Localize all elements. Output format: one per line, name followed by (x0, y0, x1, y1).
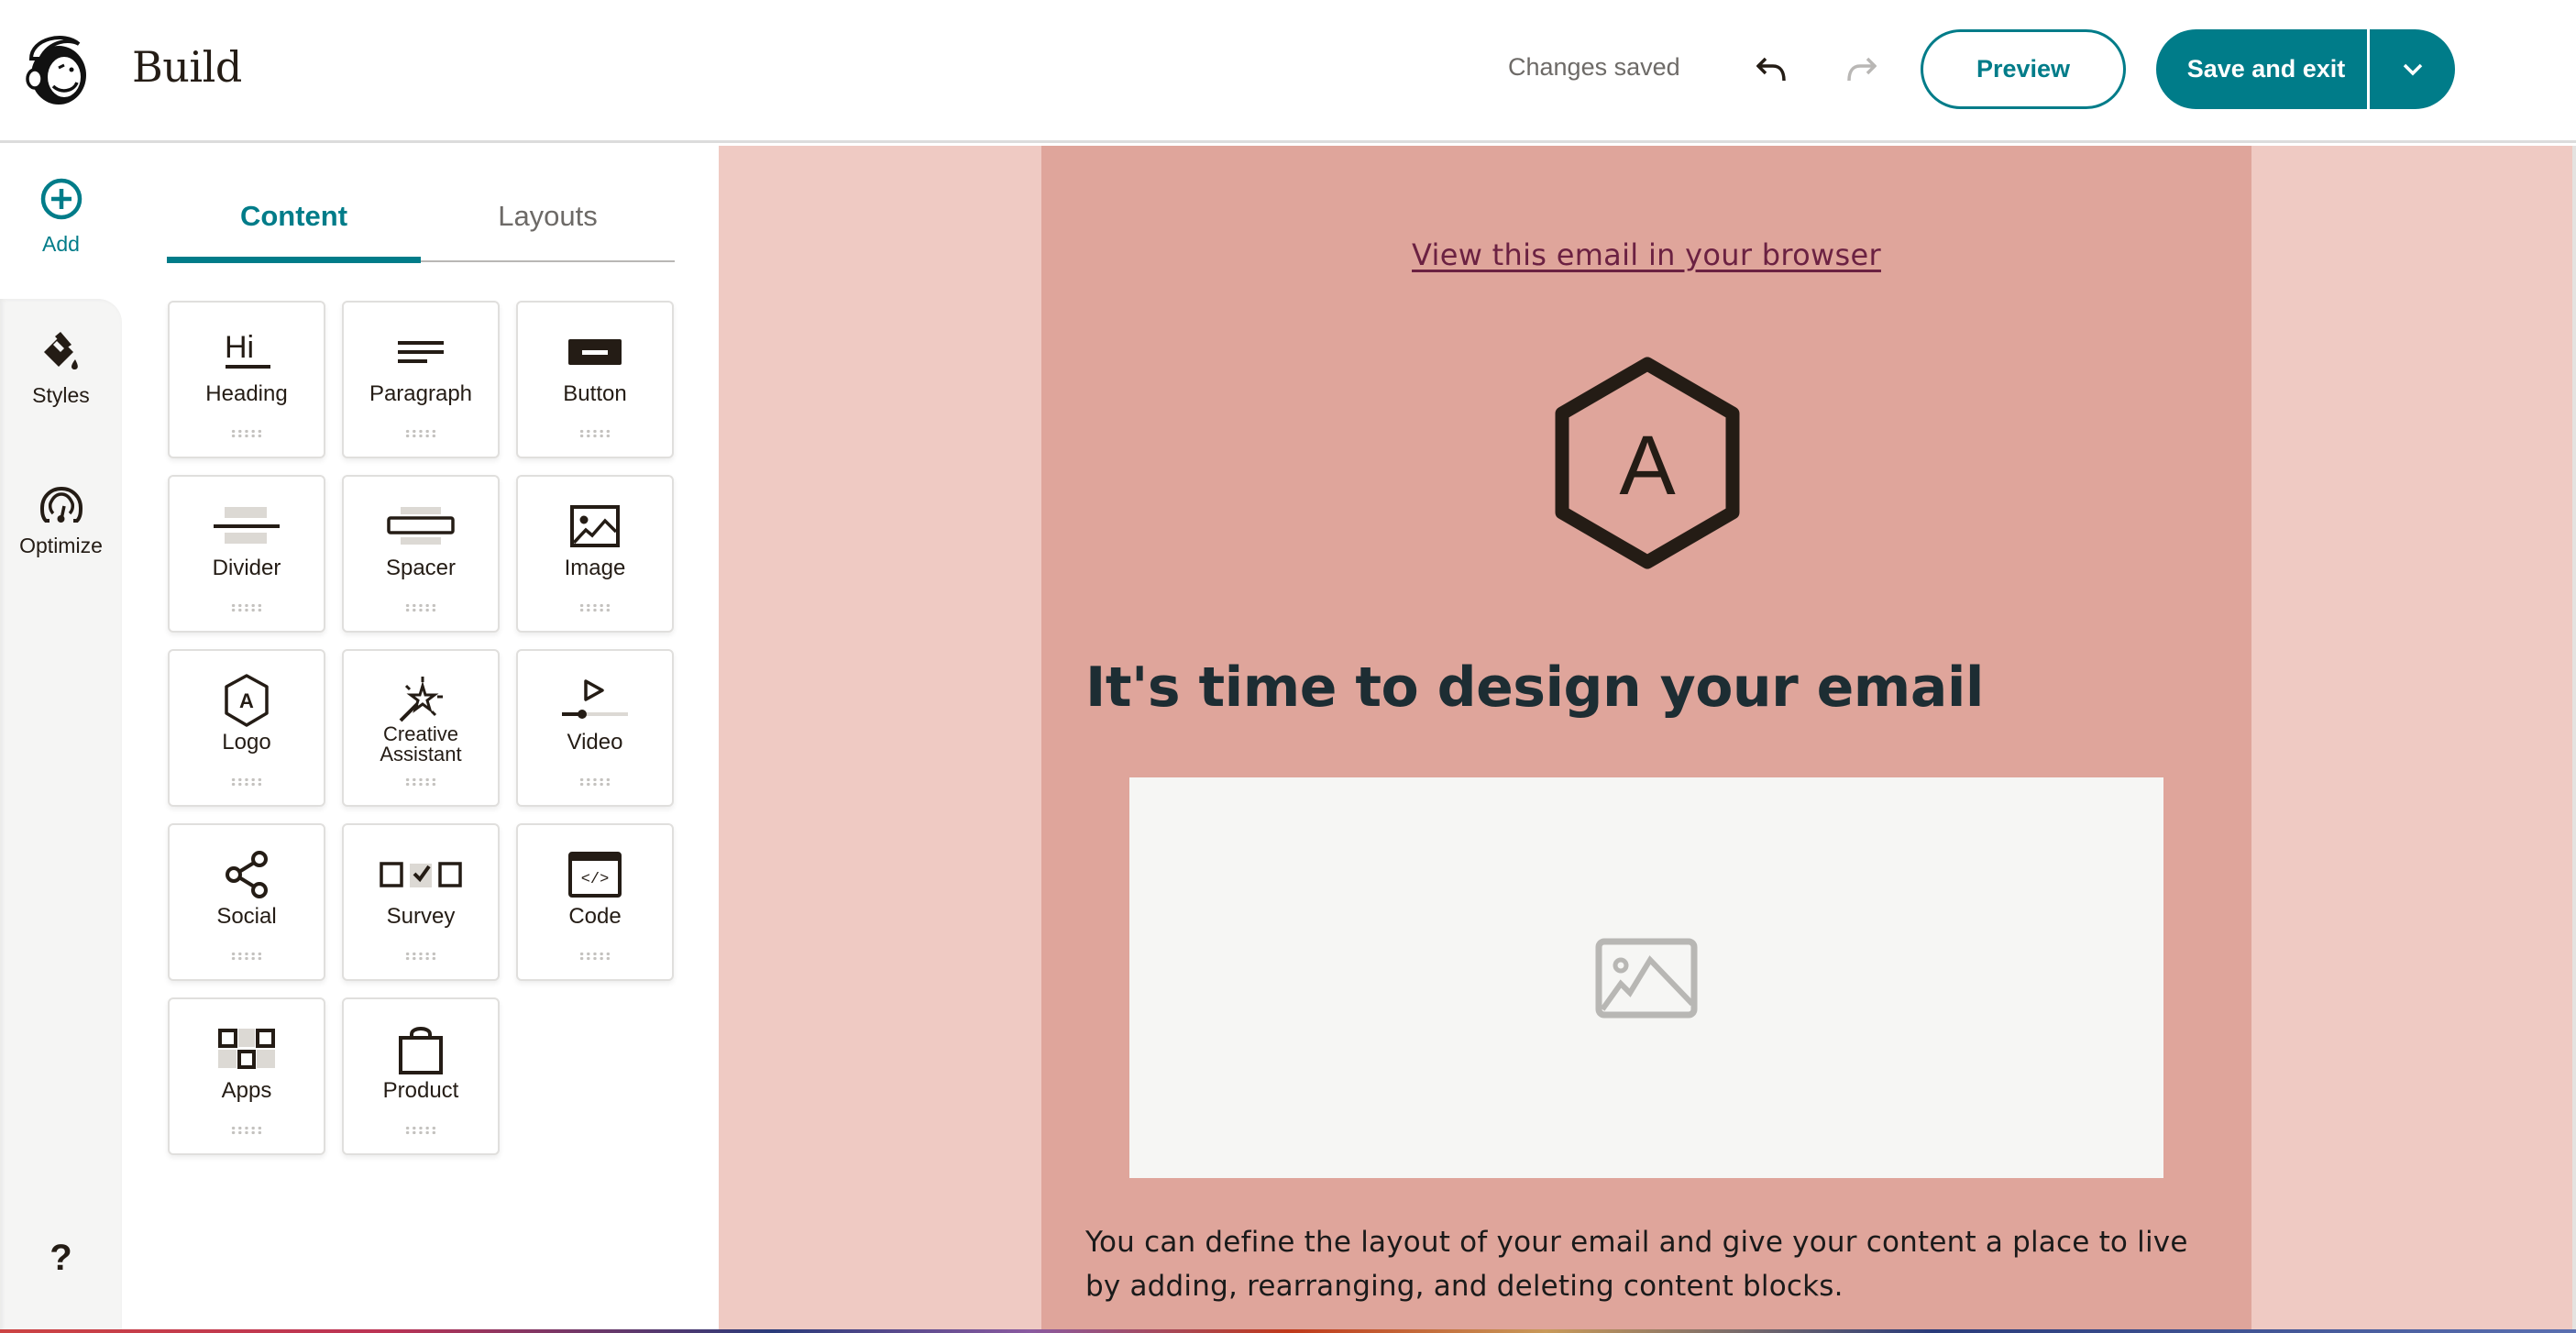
paint-bucket-icon (43, 332, 78, 370)
rail-label-add: Add (42, 232, 80, 256)
rail-label-styles: Styles (32, 383, 90, 407)
survey-icon (380, 862, 462, 887)
block-image[interactable]: Image (516, 475, 674, 633)
svg-text:A: A (239, 689, 254, 712)
drag-handle-icon[interactable] (578, 777, 611, 787)
block-label: Apps (221, 1078, 272, 1103)
block-heading[interactable]: Hi Heading (168, 301, 325, 458)
chevron-down-icon (2403, 63, 2422, 75)
apps-icon (218, 1029, 275, 1069)
block-label: Button (563, 381, 627, 406)
block-survey[interactable]: Survey (342, 823, 500, 981)
block-label: Heading (205, 381, 288, 406)
heading-icon: Hi (225, 332, 270, 369)
rail-item-styles[interactable]: Styles (0, 332, 122, 408)
block-social[interactable]: Social (168, 823, 325, 981)
save-button-group: Save and exit (2156, 29, 2455, 109)
drag-handle-icon[interactable] (404, 429, 437, 438)
block-creative-assistant[interactable]: Creative Assistant (342, 649, 500, 807)
block-label: Divider (212, 556, 281, 580)
share-icon (226, 851, 268, 898)
preview-button[interactable]: Preview (1921, 29, 2126, 109)
email-paragraph[interactable]: You can define the layout of your email … (1085, 1220, 2213, 1308)
mailchimp-logo-icon[interactable] (18, 31, 90, 106)
block-apps[interactable]: Apps (168, 997, 325, 1155)
drag-handle-icon[interactable] (230, 603, 263, 612)
email-logo-block[interactable]: A (1551, 355, 1744, 571)
rail-label-optimize: Optimize (19, 534, 103, 557)
email-body: View this email in your browser A It's t… (1041, 146, 2251, 1333)
logo-hexagon-icon: A (1555, 357, 1740, 569)
tab-content[interactable]: Content (167, 182, 421, 263)
svg-text:</>: </> (581, 871, 610, 888)
block-product[interactable]: Product (342, 997, 500, 1155)
save-and-exit-button[interactable]: Save and exit (2156, 29, 2367, 109)
drag-handle-icon[interactable] (230, 1126, 263, 1135)
drag-handle-icon[interactable] (404, 777, 437, 787)
view-in-browser-link[interactable]: View this email in your browser (1041, 237, 2251, 272)
panel-tabs: Content Layouts (167, 182, 675, 263)
drag-handle-icon[interactable] (578, 952, 611, 961)
drag-handle-icon[interactable] (404, 603, 437, 612)
redo-button[interactable] (1834, 44, 1886, 95)
drag-handle-icon[interactable] (230, 777, 263, 787)
save-status: Changes saved (1508, 53, 1680, 81)
drag-handle-icon[interactable] (230, 429, 263, 438)
button-icon (568, 339, 622, 365)
block-label: Logo (222, 730, 271, 755)
drag-handle-icon[interactable] (578, 429, 611, 438)
magic-wand-icon (399, 677, 443, 722)
block-button[interactable]: Button (516, 301, 674, 458)
block-paragraph[interactable]: Paragraph (342, 301, 500, 458)
rail-item-optimize[interactable]: Optimize (0, 486, 122, 558)
drag-handle-icon[interactable] (230, 952, 263, 961)
code-icon: </> (568, 852, 622, 898)
svg-text:Hi: Hi (225, 332, 254, 365)
email-heading[interactable]: It's time to design your email (1085, 655, 1984, 720)
block-label: Creative Assistant (380, 722, 462, 766)
image-placeholder-icon (1595, 938, 1698, 1018)
drag-handle-icon[interactable] (404, 1126, 437, 1135)
image-placeholder-block[interactable] (1129, 777, 2163, 1178)
drag-handle-icon[interactable] (578, 603, 611, 612)
image-icon (570, 505, 620, 547)
email-logo-letter: A (1619, 419, 1676, 512)
shopping-bag-icon (399, 1027, 443, 1074)
save-options-dropdown[interactable] (2370, 29, 2455, 109)
block-video[interactable]: Video (516, 649, 674, 807)
top-header: Build Changes saved Preview Save and exi… (0, 0, 2576, 143)
block-code[interactable]: </> Code (516, 823, 674, 981)
divider-icon (214, 507, 280, 544)
tab-layouts[interactable]: Layouts (421, 182, 675, 260)
gauge-icon (39, 486, 83, 523)
content-blocks-grid: Hi Heading Paragraph Button Divider Spac… (168, 301, 681, 1155)
block-logo[interactable]: A Logo (168, 649, 325, 807)
redo-icon (1847, 57, 1877, 82)
spacer-icon (387, 507, 455, 545)
page-title: Build (132, 42, 242, 92)
block-label: Image (564, 556, 626, 580)
block-label: Social (216, 904, 277, 929)
undo-button[interactable] (1747, 44, 1799, 95)
plus-circle-icon (40, 178, 82, 220)
block-divider[interactable]: Divider (168, 475, 325, 633)
block-label: Video (567, 730, 623, 755)
block-label: Product (382, 1078, 459, 1103)
bottom-edge-strip (0, 1329, 2576, 1333)
block-label: Spacer (385, 556, 457, 580)
block-label: Code (568, 904, 622, 929)
block-label: Survey (386, 904, 456, 929)
help-button[interactable]: ? (0, 1238, 122, 1279)
undo-icon (1756, 57, 1786, 82)
logo-hexagon-icon: A (225, 674, 269, 727)
email-canvas: View this email in your browser A It's t… (719, 146, 2572, 1333)
canvas-scrollbar[interactable] (2572, 146, 2576, 1333)
block-spacer[interactable]: Spacer (342, 475, 500, 633)
rail-item-add[interactable]: Add (0, 177, 122, 257)
left-rail (0, 299, 122, 1333)
paragraph-icon (398, 341, 444, 363)
block-label: Paragraph (369, 381, 473, 406)
drag-handle-icon[interactable] (404, 952, 437, 961)
video-icon (562, 679, 628, 719)
